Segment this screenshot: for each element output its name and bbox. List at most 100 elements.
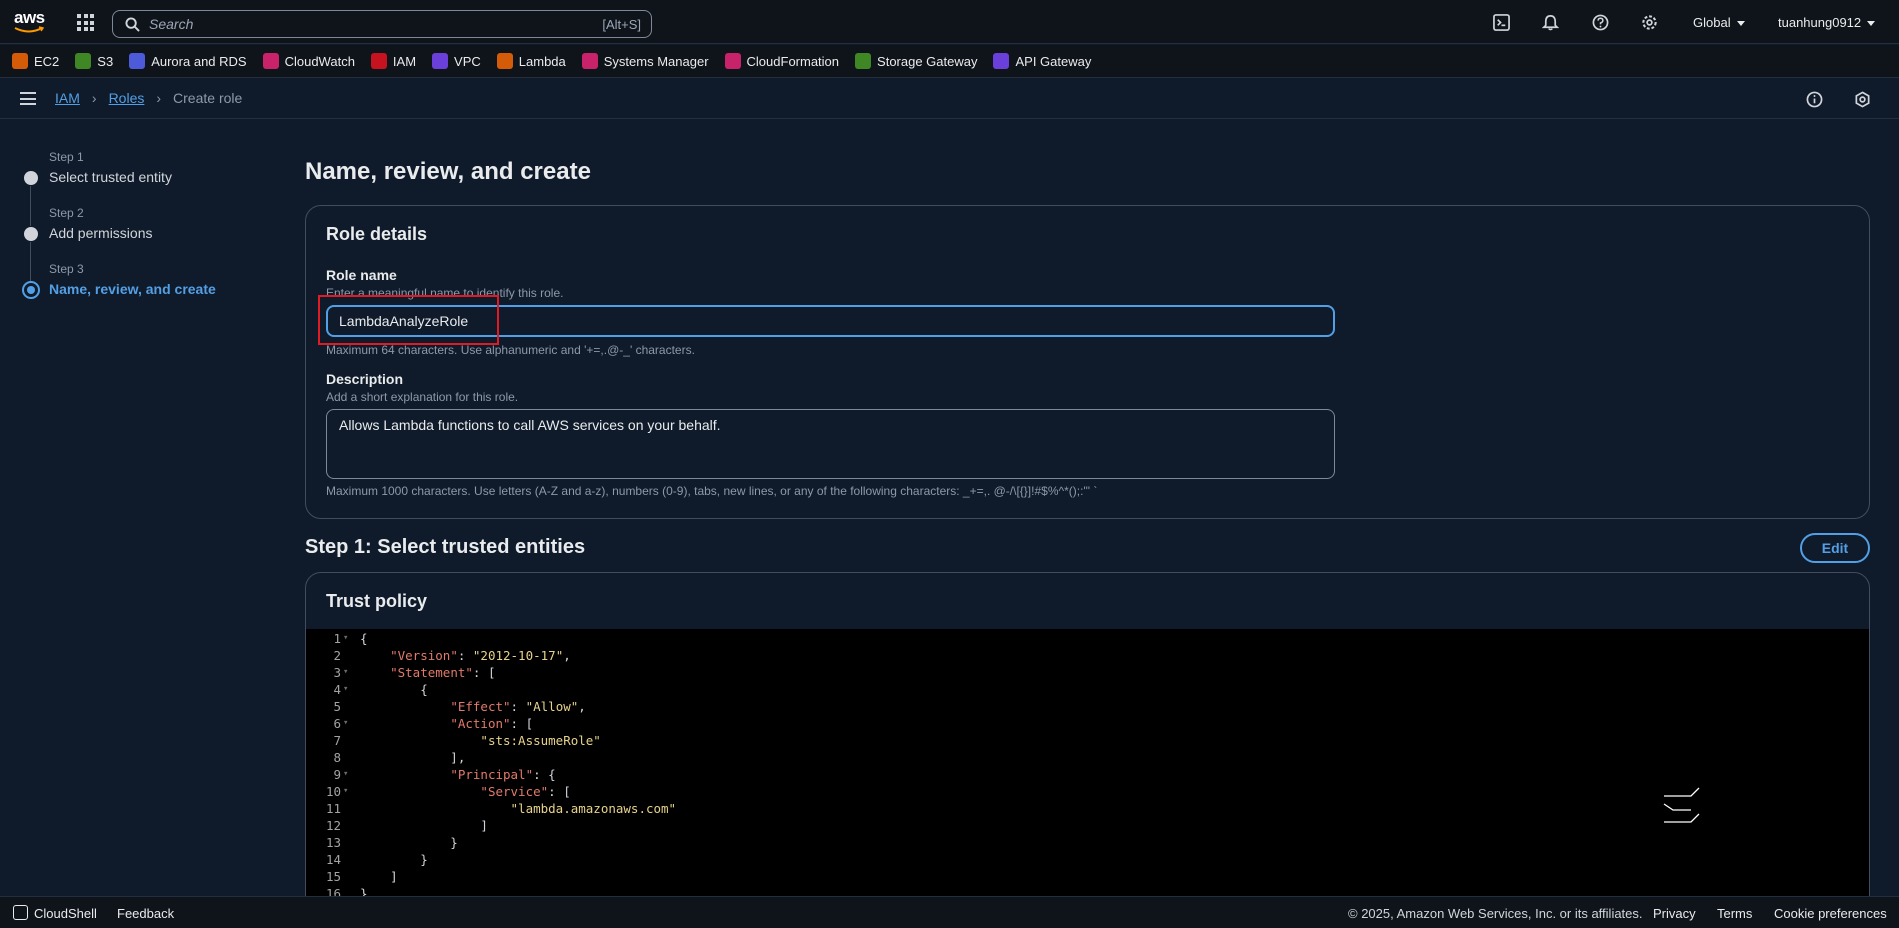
line-number: 9 [333,767,341,782]
info-icon[interactable] [1806,91,1823,108]
code-line: "sts:AssumeRole" [480,733,601,748]
line-number: 2 [333,648,341,663]
section-title: Step 1: Select trusted entities [305,536,586,558]
favorite-cloudformation[interactable]: CloudFormation [724,53,840,69]
notifications-bell-icon[interactable] [1542,14,1559,31]
cloudshell-icon[interactable] [1493,14,1510,31]
cloudshell-link[interactable]: CloudShell [34,906,97,921]
trust-policy-code-editor[interactable]: 1 ▾{2 "Version": "2012-10-17", 3 ▾ "Stateme… [306,629,1869,911]
aws-logo[interactable]: aws [14,9,48,35]
region-selector[interactable]: Global [1693,15,1745,30]
page-title: Name, review, and create [305,158,591,185]
step-dot [24,171,38,185]
code-line: { [360,631,368,646]
services-menu-icon[interactable] [77,14,94,31]
fold-toggle-icon[interactable]: ▾ [343,769,348,779]
privacy-link[interactable]: Privacy [1653,906,1696,921]
line-number: 1 [333,631,341,646]
search-bar[interactable]: [Alt+S] [112,10,652,38]
code-line: "Service": [ [480,784,571,799]
code-line: "Effect": "Allow", [450,699,586,714]
step-dot-active [22,281,40,299]
api-gateway-icon [993,53,1010,69]
line-number: 4 [333,682,341,697]
cloudformation-icon [724,53,741,69]
favorite-label: CloudFormation [746,53,840,69]
fold-toggle-icon[interactable]: ▾ [343,718,348,728]
s3-icon [75,53,92,69]
favorite-cloudwatch[interactable]: CloudWatch [262,53,355,69]
code-line: { [360,682,428,697]
aws-logo-text: aws [14,8,45,27]
copyright-text: © 2025, Amazon Web Services, Inc. or its… [1348,906,1643,921]
card-title: Role details [326,224,428,244]
code-line: "Version": "2012-10-17", [390,648,571,663]
annotation-highlight-box [318,295,499,345]
favorite-label: IAM [392,53,417,69]
fold-toggle-icon[interactable]: ▾ [343,786,348,796]
description-helper: Add a short explanation for this role. [326,390,519,404]
step-title: Add permissions [49,225,153,241]
description-textarea[interactable]: Allows Lambda functions to call AWS serv… [326,409,1335,479]
fold-toggle-icon[interactable]: ▾ [343,633,348,643]
fold-toggle-icon[interactable]: ▾ [343,667,348,677]
breadcrumb-iam[interactable]: IAM [55,90,80,106]
edit-button[interactable]: Edit [1800,533,1870,563]
description-hint: Maximum 1000 characters. Use letters (A-… [326,484,1098,498]
chevron-down-icon [1736,21,1745,27]
fold-toggle-icon[interactable]: ▾ [343,684,348,694]
code-line: "Action": [ [450,716,534,731]
code-line: "Principal": { [450,767,556,782]
favorite-label: Aurora and RDS [151,53,247,69]
line-number: 5 [333,699,341,714]
ec2-icon [12,53,28,69]
favorite-label: VPC [454,53,481,69]
search-shortcut: [Alt+S] [602,17,641,32]
favorite-systems-manager[interactable]: Systems Manager [581,53,709,69]
breadcrumb-bar: IAM › Roles › Create role [0,79,1899,119]
line-number: 15 [325,869,341,884]
iam-icon [370,53,387,69]
cloudshell-footer-icon[interactable] [13,905,28,920]
favorite-label: Systems Manager [603,53,709,69]
favorite-s3[interactable]: S3 [75,53,113,69]
favorite-storage-gateway[interactable]: Storage Gateway [855,53,977,69]
help-icon[interactable] [1592,14,1609,31]
code-line: ], [360,750,466,765]
settings-gear-icon[interactable] [1641,14,1658,31]
trust-policy-card: Trust policy 1 ▾{2 "Version": "2012-10-17… [305,572,1870,912]
line-number: 13 [325,835,341,850]
page-settings-icon[interactable] [1854,91,1871,108]
favorite-api-gateway[interactable]: API Gateway [993,53,1091,69]
chevron-right-icon: › [91,90,97,106]
favorite-lambda[interactable]: Lambda [496,53,566,69]
line-number: 8 [333,750,341,765]
step-title: Select trusted entity [49,169,172,185]
search-input[interactable] [149,16,569,32]
favorite-label: CloudWatch [284,53,355,69]
favorite-iam[interactable]: IAM [370,53,417,69]
menu-hamburger-icon[interactable] [20,92,36,105]
code-line: } [360,852,428,867]
vpc-icon [432,53,449,69]
code-line: "Statement": [ [390,665,496,680]
line-number: 11 [325,801,341,816]
code-line: ] [360,869,398,884]
chevron-right-icon: › [156,90,162,106]
line-number: 12 [325,818,341,833]
breadcrumb-roles[interactable]: Roles [109,90,145,106]
terms-link[interactable]: Terms [1717,906,1752,921]
favorite-label: Storage Gateway [877,53,978,69]
storage-gateway-icon [855,53,872,69]
cookie-preferences-link[interactable]: Cookie preferences [1774,906,1887,921]
rds-icon [129,53,146,69]
role-name-hint: Maximum 64 characters. Use alphanumeric … [326,343,695,357]
line-number: 6 [333,716,341,731]
favorite-label: S3 [97,53,114,69]
feedback-link[interactable]: Feedback [117,906,174,921]
favorite-ec2[interactable]: EC2 [12,53,59,69]
favorite-aurora-and-rds[interactable]: Aurora and RDS [129,53,247,69]
account-menu[interactable]: tuanhung0912 [1778,15,1876,30]
step-label: Step 3 [49,262,84,276]
favorite-vpc[interactable]: VPC [432,53,481,69]
